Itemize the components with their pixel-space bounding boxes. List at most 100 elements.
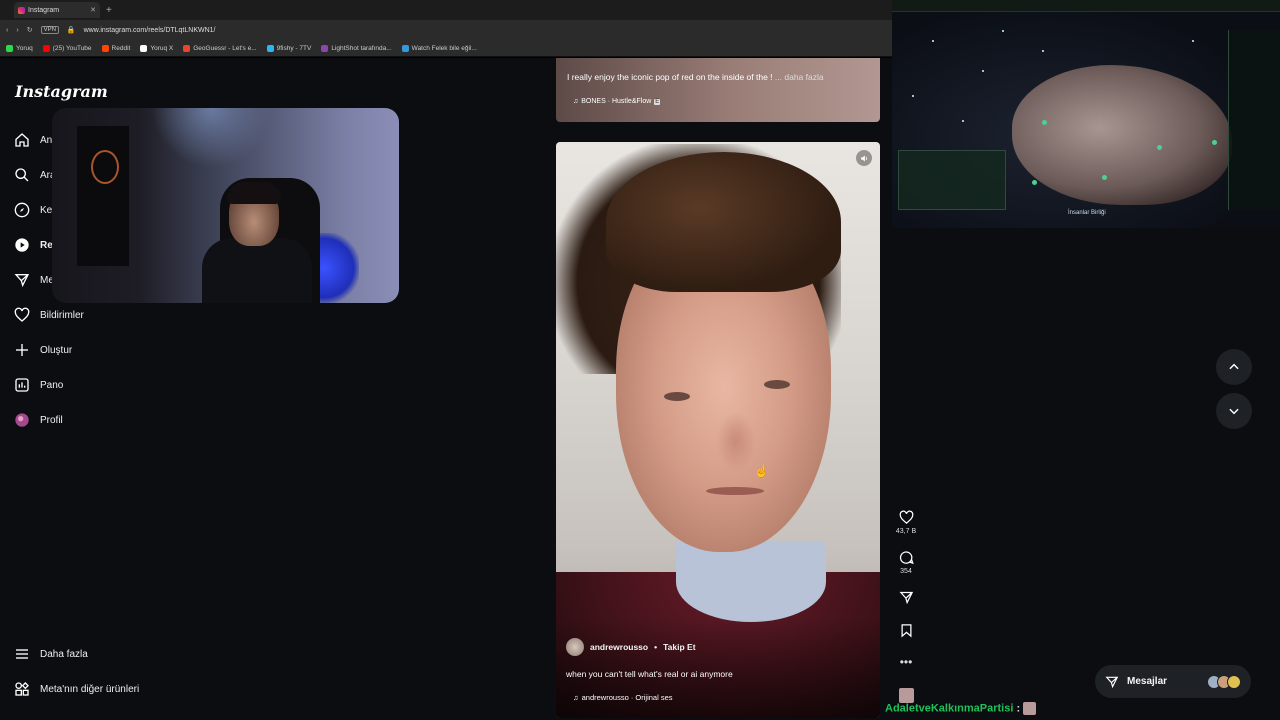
next-reel-button[interactable] [1216,393,1252,429]
reel-previous-audio[interactable]: ♫ BONES · Hustle&Flow E [573,98,661,105]
game-sidebar-panel [1228,30,1280,210]
lock-icon[interactable]: 🔒 [67,26,76,34]
author-avatar[interactable] [566,638,584,656]
video-frame-eye-right [764,380,790,389]
new-tab-icon[interactable]: + [106,5,112,16]
back-icon[interactable]: ‹ [6,27,8,34]
url-field[interactable]: www.instagram.com/reels/DTLqtLNKWN1/ [84,27,216,34]
bookmark-item[interactable]: (25) YouTube [42,44,92,52]
system-node [1157,145,1162,150]
forward-icon[interactable]: › [16,27,18,34]
system-node [1032,180,1037,185]
nav-notifications[interactable]: Bildirimler [14,307,84,323]
bookmark-label: Yoruq X [150,44,174,52]
reels-icon [15,238,29,252]
read-more-link[interactable]: ... daha fazla [775,72,824,82]
chat-colon: : [1016,702,1021,715]
instagram-logo[interactable]: Instagram [15,82,108,101]
explore-icon [14,202,30,218]
emote-icon [1023,702,1037,715]
messages-bar[interactable]: Mesajlar [1095,665,1251,698]
more-dots-icon: ••• [899,655,913,669]
browser-tabbar: Instagram ✕ + [0,0,892,20]
more-options-action[interactable]: ••• [893,655,919,669]
nav-search[interactable]: Ara [14,167,56,183]
nav-home[interactable]: An [14,132,52,148]
vpn-badge[interactable]: VPN [40,26,59,34]
bookmark-favicon-icon [266,44,274,52]
bookmark-item[interactable]: 9fishy - 7TV [266,44,312,52]
nav-meta-products[interactable]: Meta'nın diğer ürünleri [14,681,139,697]
menu-icon [16,649,28,659]
system-node [1042,120,1047,125]
meta-products-icon [15,682,29,696]
volume-icon[interactable] [856,150,872,166]
reload-icon[interactable]: ↻ [27,26,33,34]
previous-reel-button[interactable] [1216,349,1252,385]
chat-message: AdaletveKalkınmaPartisi : [885,702,1037,715]
like-count: 43,7 B [895,528,917,535]
nav-profile[interactable]: Profil [14,412,63,428]
bookmark-label: Reddit [111,44,131,52]
home-icon [15,133,29,147]
webcam-person-hair [227,182,281,204]
bookmark-favicon-icon [42,44,50,52]
bookmark-item[interactable]: GeoGuessr - Let's e... [183,44,257,52]
plus-icon [16,344,28,356]
video-shade [556,618,880,718]
game-outliner-panel [898,150,1006,210]
bookmark-favicon-icon [140,44,148,52]
explicit-badge: E [654,98,661,105]
messages-avatars [1207,674,1241,689]
mouse-cursor-icon: ☝ [754,464,769,478]
reel-previous[interactable]: I really enjoy the iconic pop of red on … [556,58,880,122]
heart-icon [14,307,30,322]
bookmark-favicon-icon [6,44,13,52]
nav-explore[interactable]: Ke [14,202,52,218]
share-action[interactable] [893,590,919,605]
bookmark-item[interactable]: Reddit [101,44,131,52]
webcam-overlay [52,108,399,303]
save-action[interactable] [893,623,919,638]
like-action[interactable]: 43,7 B [893,510,919,535]
share-icon [898,591,913,605]
bookmark-item[interactable]: LightShot tarafında... [321,44,392,52]
bookmark-icon [901,624,911,638]
chat-avatar [899,688,914,703]
bookmark-favicon-icon [183,44,191,52]
music-note-icon: ♫ [573,98,579,105]
bookmark-label: LightShot tarafında... [331,44,392,52]
close-tab-icon[interactable]: ✕ [90,6,96,14]
reel-audio[interactable]: ♫ andrewrousso · Orijinal ses [573,693,673,702]
nav-messages[interactable]: Me [14,272,54,288]
video-frame-collar [676,542,826,622]
nav-dashboard[interactable]: Pano [14,377,63,393]
chevron-up-icon [1229,363,1239,370]
star [1192,40,1194,42]
browser-tab-instagram[interactable]: Instagram ✕ [14,2,100,18]
game-topbar [892,0,1280,12]
author-username[interactable]: andrewrousso [590,642,648,652]
profile-icon [15,413,29,427]
bookmark-label: 9fishy - 7TV [276,44,312,52]
star [912,95,914,97]
bookmark-item[interactable]: Yoruq [6,44,33,52]
nav-home-label: An [40,134,53,146]
nav-reels[interactable]: Re [14,237,53,253]
follow-button[interactable]: Takip Et [663,642,695,652]
separator-dot: • [654,642,658,652]
nav-more[interactable]: Daha fazla [14,646,88,662]
nav-create[interactable]: Oluştur [14,342,72,358]
star [1002,30,1004,32]
messages-icon [1105,676,1119,688]
comment-action[interactable]: 354 [893,550,919,575]
nav-explore-label: Ke [40,204,53,216]
bookmark-item[interactable]: Yoruq X [140,44,174,52]
reel-current-video[interactable]: andrewrousso • Takip Et when you can't t… [556,142,880,718]
reel-author: andrewrousso • Takip Et [566,638,696,656]
bookmark-item[interactable]: Watch Felek bile eğil... [401,44,477,52]
nav-reels-label: Re [40,239,53,251]
chevron-down-icon [1229,408,1239,415]
bookmark-label: (25) YouTube [52,44,92,52]
search-icon [15,168,29,182]
